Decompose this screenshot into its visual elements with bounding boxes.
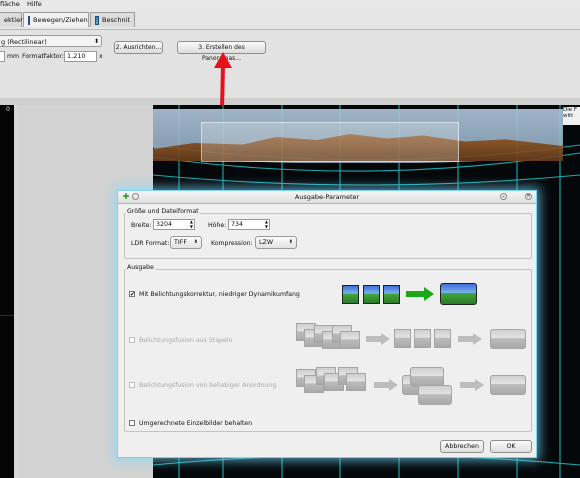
- annotation-arrow-icon: [214, 52, 232, 112]
- panorama-result-icon: [440, 283, 477, 305]
- arrow-right-icon: [366, 333, 390, 345]
- toolbar: g (Rectilinear) ⬍ mm Formatfaktor: 1,210…: [0, 30, 580, 99]
- arrow-right-icon: [460, 379, 484, 391]
- exposure-fusion-any-checkbox[interactable]: [129, 382, 135, 388]
- arrow-right-icon: [458, 333, 482, 345]
- exposure-fusion-any-label: Belichtungsfusion von beliebiger Anordnu…: [139, 382, 277, 389]
- unit-label: mm: [7, 53, 20, 60]
- info-label: Die F witt: [563, 107, 580, 125]
- info-label-line2: witt: [563, 113, 574, 119]
- focal-length-field[interactable]: [0, 51, 5, 62]
- compression-value: LZW: [259, 239, 274, 246]
- image-icon: [434, 329, 451, 348]
- output-title: Ausgabe: [126, 264, 155, 271]
- image-icon: [394, 329, 411, 348]
- divider: [0, 315, 14, 316]
- cancel-button[interactable]: Abbrechen: [440, 440, 484, 453]
- crop-icon: [95, 15, 99, 25]
- panorama-result-icon: [490, 375, 526, 395]
- height-value: 734: [231, 221, 244, 228]
- move-drag-icon: [28, 15, 30, 25]
- ldr-format-select[interactable]: TIFF ⬍: [170, 236, 202, 249]
- minimize-icon[interactable]: ⌄: [500, 193, 507, 200]
- tab-bewegen-label: Bewegen/Ziehen: [33, 16, 88, 24]
- width-label: Breite:: [131, 222, 152, 229]
- dialog-title: Ausgabe-Parameter: [294, 193, 360, 201]
- exposure-corrected-label: Mit Belichtungskorrektur, niedriger Dyna…: [139, 291, 300, 298]
- left-panel-marker: 0: [6, 106, 10, 113]
- chevron-down-icon: ⬍: [93, 38, 99, 45]
- exposure-corrected-checkbox[interactable]: ✔: [129, 291, 135, 298]
- panorama-result-icon: [418, 385, 452, 405]
- size-format-title: Größe und Dateiformat: [126, 208, 200, 215]
- app-icon: ✚: [122, 192, 130, 201]
- pin-icon[interactable]: [132, 193, 139, 200]
- image-icon: [342, 285, 359, 304]
- align-button[interactable]: 2. Ausrichten...: [114, 41, 163, 54]
- chevron-down-icon: ⬍: [193, 239, 198, 245]
- tab-projektion[interactable]: ektien: [0, 12, 25, 27]
- crop-region[interactable]: [201, 122, 459, 162]
- tab-projektion-label: ektien: [4, 16, 25, 24]
- keep-remapped-checkbox[interactable]: [129, 420, 135, 426]
- crop-factor-suffix: x: [99, 53, 103, 60]
- crop-factor-label: Formatfaktor:: [22, 53, 65, 60]
- panorama-result-icon: [490, 329, 526, 349]
- exposure-fusion-stacks-label: Belichtungsfusion aus Stapeln: [139, 337, 233, 344]
- projection-select[interactable]: g (Rectilinear) ⬍: [0, 35, 102, 47]
- tab-bewegen-ziehen[interactable]: Bewegen/Ziehen: [23, 12, 89, 27]
- ldr-format-value: TIFF: [174, 239, 187, 246]
- image-icon: [363, 285, 380, 304]
- keep-remapped-label: Umgerechnete Einzelbilder behalten: [139, 420, 253, 427]
- image-icon: [414, 329, 431, 348]
- height-label: Höhe:: [208, 222, 227, 229]
- chevron-down-icon: ⬍: [288, 239, 293, 245]
- image-icon: [383, 285, 400, 304]
- ldr-format-label: LDR Format:: [131, 240, 170, 247]
- width-value: 3204: [156, 221, 173, 228]
- spin-arrows-icon[interactable]: ▲ ▼: [190, 219, 193, 229]
- arrow-right-icon: [374, 379, 398, 391]
- image-stack-icon: [346, 373, 366, 391]
- width-field[interactable]: 3204 ▲ ▼: [153, 219, 195, 230]
- close-icon[interactable]: ✕: [525, 193, 532, 200]
- height-field[interactable]: 734 ▲ ▼: [228, 219, 270, 230]
- projection-value: g (Rectilinear): [1, 38, 47, 46]
- tab-beschnitt[interactable]: Beschnit: [90, 12, 135, 27]
- compression-label: Kompression:: [211, 240, 253, 247]
- tab-beschnitt-label: Beschnit: [101, 16, 130, 24]
- arrow-right-icon: [406, 287, 434, 301]
- left-preview-panel: 0: [0, 105, 14, 478]
- spin-arrows-icon[interactable]: ▲ ▼: [265, 219, 268, 229]
- compression-select[interactable]: LZW ⬍: [255, 236, 297, 249]
- tab-bar: ektien Bewegen/Ziehen Beschnit: [0, 9, 580, 30]
- image-stack-icon: [340, 331, 360, 349]
- panorama-result-icon: [410, 367, 444, 387]
- menu-flaeche[interactable]: fläche: [0, 0, 20, 8]
- ok-button[interactable]: OK: [490, 440, 532, 453]
- menu-hilfe[interactable]: Hilfe: [27, 0, 42, 8]
- output-parameters-dialog: Ausgabe-Parameter ✚ ⌄ ✕ Größe und Dateif…: [117, 190, 537, 458]
- dialog-titlebar[interactable]: Ausgabe-Parameter ✚ ⌄ ✕: [118, 191, 536, 204]
- crop-factor-field[interactable]: 1,210: [64, 51, 97, 62]
- exposure-fusion-stacks-checkbox[interactable]: [129, 337, 135, 343]
